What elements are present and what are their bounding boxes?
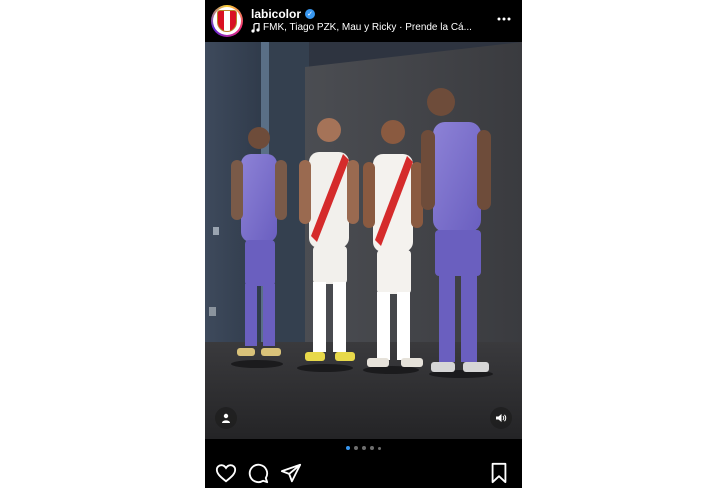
- save-button[interactable]: [488, 462, 510, 484]
- post-media[interactable]: [205, 42, 522, 439]
- team-kit-photo: [205, 42, 522, 439]
- music-note-icon: [251, 22, 260, 33]
- peru-crest-logo: [217, 10, 237, 32]
- carousel-dot: [362, 446, 366, 450]
- comment-button[interactable]: [247, 462, 269, 484]
- like-button[interactable]: [215, 462, 237, 484]
- carousel-dot: [370, 446, 374, 450]
- more-options-icon[interactable]: [496, 10, 512, 26]
- carousel-dot: [378, 446, 381, 450]
- bookmark-icon: [491, 462, 507, 484]
- avatar[interactable]: [211, 5, 243, 37]
- carousel-dot: [346, 446, 350, 450]
- send-icon: [280, 463, 302, 483]
- carousel-dot: [354, 446, 358, 450]
- audio-track-label: FMK, Tiago PZK, Mau y Ricky · Prende la …: [263, 22, 472, 33]
- heart-icon: [215, 464, 237, 483]
- share-button[interactable]: [280, 462, 302, 484]
- speaker-icon: [496, 414, 507, 422]
- username[interactable]: labicolor: [251, 7, 301, 21]
- audio-link[interactable]: FMK, Tiago PZK, Mau y Ricky · Prende la …: [251, 22, 481, 33]
- sound-toggle-button[interactable]: [490, 407, 512, 429]
- post-header: labicolor ✓ FMK, Tiago PZK, Mau y Ricky …: [205, 0, 522, 42]
- action-bar: [205, 458, 522, 488]
- person-tag-icon: [222, 413, 230, 423]
- instagram-post: labicolor ✓ FMK, Tiago PZK, Mau y Ricky …: [205, 0, 522, 488]
- username-row: labicolor ✓: [251, 7, 316, 21]
- carousel-indicator: [205, 446, 522, 454]
- tag-people-button[interactable]: [215, 407, 237, 429]
- comment-icon: [248, 463, 269, 484]
- verified-badge-icon: ✓: [305, 9, 316, 19]
